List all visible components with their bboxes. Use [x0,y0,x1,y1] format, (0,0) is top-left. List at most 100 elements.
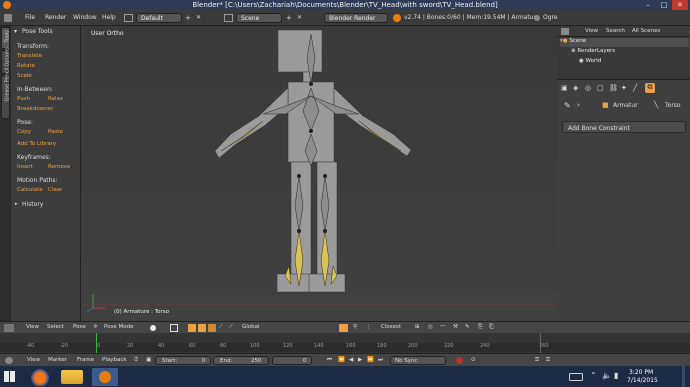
end-frame-field[interactable]: End: 250 [213,356,269,365]
outliner-item-renderlayers[interactable]: ⊕ RenderLayers [571,48,615,57]
add-layout-icon[interactable]: + [185,14,191,22]
current-frame-field[interactable]: 0 [272,356,312,365]
scene-selector[interactable]: Scene [236,13,282,23]
paste-pose-button[interactable]: Paste [48,129,63,135]
firefox-icon[interactable] [29,368,51,386]
add-to-library-button[interactable]: Add To Library [17,141,56,147]
snap-mode-selector[interactable]: Closest [381,324,401,330]
view-menu[interactable]: View [26,324,39,330]
snap-element-icon[interactable]: ⋮ [366,324,372,330]
mode-selector[interactable]: Pose Mode [104,324,133,330]
translate-button[interactable]: Translate [17,53,42,59]
remove-scene-icon[interactable]: ✕ [297,14,302,21]
proportional-icon[interactable]: ◎ [428,324,433,330]
timeline-marker-menu[interactable]: Marker [48,357,67,363]
timeline-view-menu[interactable]: View [27,357,40,363]
snap-target-icon[interactable]: ⊞ [415,324,420,330]
relax-button[interactable]: Relax [48,96,63,102]
network-icon[interactable]: ▮ [614,371,618,380]
play-reverse-icon[interactable]: ◀ [349,357,353,363]
select-menu[interactable]: Select [47,324,64,330]
render-tab-icon[interactable]: ▣ [561,84,568,92]
3d-view-editor-icon[interactable] [4,324,14,332]
insert-keyframe-button[interactable]: Insert [17,164,33,170]
copy-pose-icon[interactable]: ⎘ [478,324,482,331]
scene-tab-icon[interactable]: ◈ [573,84,578,92]
constraints-tab-icon[interactable]: ⛓ [609,84,618,92]
render-preview-icon[interactable]: ⚒ [453,324,458,330]
object-tab-icon[interactable]: ▢ [597,84,604,92]
push-button[interactable]: Push [17,96,30,102]
copy-pose-button[interactable]: Copy [17,129,31,135]
jump-next-key-icon[interactable]: ⏩ [367,357,374,363]
current-frame-cursor[interactable] [96,333,97,353]
timeline-ruler[interactable]: -40 -20 0 20 40 60 80 100 120 140 160 18… [0,333,690,353]
menu-render[interactable]: Render [45,14,66,21]
data-tab-icon[interactable]: ✦ [621,84,627,92]
calculate-paths-button[interactable]: Calculate [17,187,43,193]
timeline-playback-menu[interactable]: Playback [102,357,127,363]
jump-prev-key-icon[interactable]: ⏪ [338,357,345,363]
paste-pose-icon[interactable]: ⎗ [489,324,493,331]
speaker-icon[interactable]: 🔈 [602,371,612,380]
close-button[interactable]: ✕ [672,0,688,10]
outliner-editor-icon[interactable] [561,28,569,35]
translate-manipulator-icon[interactable] [198,324,206,332]
clock-time[interactable]: 3:20 PM [629,369,653,376]
preview-range-icon[interactable]: ⏱ [134,357,138,364]
timeline-frame-menu[interactable]: Frame [77,357,94,363]
outliner-item-world[interactable]: ◉ World [579,58,601,67]
layer-icon[interactable] [339,324,348,332]
layout-selector[interactable]: Default [136,13,182,23]
outliner-search-menu[interactable]: Search [606,28,625,34]
scene-icon[interactable] [224,14,233,22]
grease-pencil-icon[interactable]: ✎ [465,324,470,330]
add-scene-icon[interactable]: + [286,14,292,22]
sync-mode-selector[interactable]: No Sync [390,356,446,365]
add-bone-constraint-button[interactable]: Add Bone Constraint [562,121,686,133]
snap-icon[interactable]: ⚲ [353,324,357,330]
layout-icon[interactable] [124,14,133,22]
keying-set-icon[interactable]: ⊙ [471,357,476,363]
minimize-button[interactable]: – [640,0,656,10]
rotate-button[interactable]: Rotate [17,63,35,69]
breakdowner-button[interactable]: Breakdowner [17,106,53,112]
pose-menu[interactable]: Pose [73,324,86,330]
tab-grease-pencil[interactable]: Grease Pencil [1,68,11,119]
pivot-icon[interactable] [170,324,178,332]
tab-tools[interactable]: Tools [1,27,11,49]
outliner-display-mode[interactable]: All Scenes [632,28,660,34]
keyboard-icon[interactable] [569,373,583,381]
history-expand-icon[interactable]: ▸ [15,201,18,207]
pin-icon[interactable]: ✎ [564,101,571,110]
3d-viewport[interactable]: User Ortho (0) Armature: Torso [81,26,557,321]
armature-scene[interactable] [81,26,557,321]
proportional-falloff-icon[interactable]: ⌒ [440,324,446,332]
render-engine-selector[interactable]: Blender Render [324,13,388,23]
info-editor-icon[interactable] [4,14,12,22]
delete-key-icon[interactable]: ⚿ [546,357,550,364]
bone-tab-icon[interactable]: ╱ [633,84,637,92]
tray-up-arrow-icon[interactable]: ⌃ [590,371,597,380]
remove-keyframe-button[interactable]: Remove [48,164,70,170]
remove-layout-icon[interactable]: ✕ [196,14,201,21]
history-panel-title[interactable]: History [22,201,43,208]
file-explorer-icon[interactable] [61,370,83,384]
menu-window[interactable]: Window [73,14,97,21]
maximize-button[interactable]: □ [656,0,672,10]
start-frame-field[interactable]: Start: 0 [155,356,211,365]
manipulator-toggle-icon[interactable] [188,324,196,332]
jump-end-icon[interactable]: ⏭ [378,357,383,364]
clock-date[interactable]: 7/14/2015 [627,377,658,384]
outliner-view-menu[interactable]: View [585,28,598,34]
jump-start-icon[interactable]: ⏮ [327,357,332,364]
bone-constraint-tab-icon[interactable]: ⧉ [645,83,655,93]
clear-paths-button[interactable]: Clear [48,187,62,193]
menu-help[interactable]: Help [102,14,116,21]
timeline-editor-icon[interactable] [5,357,13,364]
world-tab-icon[interactable]: ◎ [585,84,591,92]
record-icon[interactable] [456,357,463,364]
outliner-item-scene[interactable]: ▾● Scene [560,38,689,47]
scale-button[interactable]: Scale [17,73,32,79]
collapse-icon[interactable]: ▾ [14,28,17,35]
